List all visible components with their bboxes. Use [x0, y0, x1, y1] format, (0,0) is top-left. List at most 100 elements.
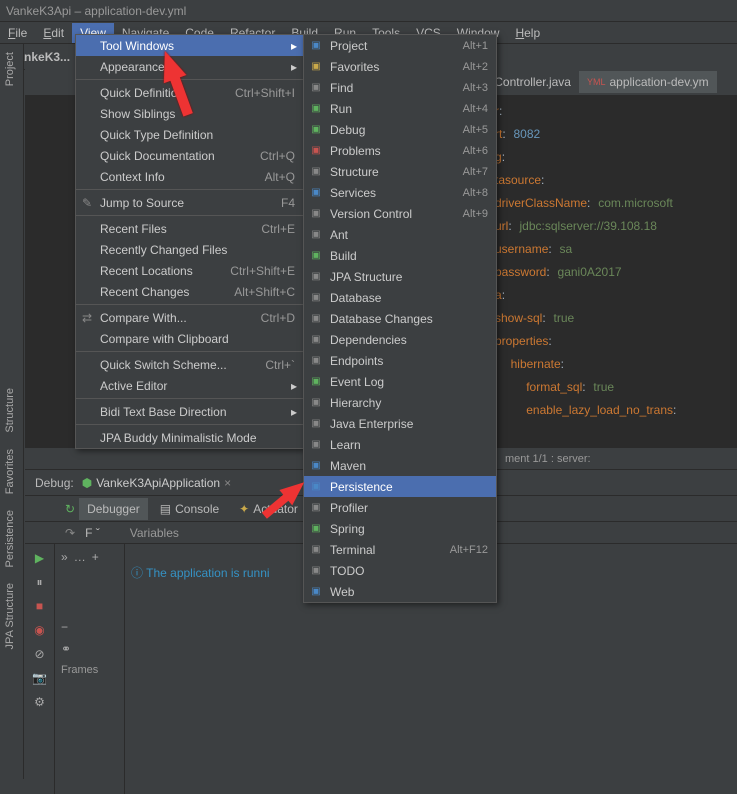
tool-window-item[interactable]: ▣JPA Structure	[304, 266, 496, 287]
tool-window-item[interactable]: ▣Database	[304, 287, 496, 308]
shortcut: Ctrl+D	[261, 311, 295, 325]
tool-icon: ▣	[309, 480, 323, 494]
menu-item[interactable]: Appearance▸	[76, 56, 303, 77]
menu-item[interactable]: ✎Jump to SourceF4	[76, 192, 303, 213]
menu-item[interactable]: Context InfoAlt+Q	[76, 166, 303, 187]
view-breakpoints-icon[interactable]: ◉	[32, 622, 48, 638]
close-icon[interactable]: ×	[224, 476, 231, 490]
shortcut: Ctrl+Shift+I	[235, 86, 295, 100]
menu-item[interactable]: Active Editor▸	[76, 375, 303, 396]
stop-icon[interactable]: ■	[32, 598, 48, 614]
pause-icon[interactable]: ⏸	[32, 574, 48, 590]
menu-file[interactable]: File	[0, 23, 35, 43]
tool-window-item[interactable]: ▣Event Log	[304, 371, 496, 392]
menu-edit[interactable]: Edit	[35, 23, 72, 43]
debug-toolbar: ▶ ⏸ ■ ◉ ⊘ 📷 ⚙	[25, 544, 55, 794]
tool-window-item[interactable]: ▣TerminalAlt+F12	[304, 539, 496, 560]
sidebar-tab-persistence[interactable]: Persistence	[0, 502, 23, 575]
tool-window-item[interactable]: ▣Build	[304, 245, 496, 266]
menu-item[interactable]: Quick Documentation Ctrl+Q	[76, 145, 303, 166]
step-over-icon[interactable]: ↷	[65, 526, 75, 540]
tool-window-item[interactable]: ▣FindAlt+3	[304, 77, 496, 98]
settings-icon[interactable]: ⚙	[32, 694, 48, 710]
run-config[interactable]: ⬢ VankeK3ApiApplication ×	[82, 476, 231, 490]
tool-label: Debug	[330, 123, 365, 137]
menu-item[interactable]: Quick Switch Scheme...Ctrl+`	[76, 354, 303, 375]
menu-item[interactable]: Recently Changed Files	[76, 239, 303, 260]
tool-window-item[interactable]: ▣TODO	[304, 560, 496, 581]
menu-item[interactable]: Recent ChangesAlt+Shift+C	[76, 281, 303, 302]
tool-window-item[interactable]: ▣Ant	[304, 224, 496, 245]
sidebar-tab-favorites[interactable]: Favorites	[0, 441, 23, 502]
link-icon[interactable]: ⚭	[61, 642, 118, 656]
tool-icon: ▣	[309, 228, 323, 242]
menu-icon: ✎	[80, 196, 94, 210]
left-tool-strip-bottom: Structure Favorites Persistence JPA Stru…	[0, 380, 24, 779]
tool-window-item[interactable]: ▣Dependencies	[304, 329, 496, 350]
tool-window-item[interactable]: ▣StructureAlt+7	[304, 161, 496, 182]
tool-label: Find	[330, 81, 353, 95]
menu-item[interactable]: Recent LocationsCtrl+Shift+E	[76, 260, 303, 281]
shortcut: Alt+9	[463, 208, 488, 220]
tool-window-item[interactable]: ▣Database Changes	[304, 308, 496, 329]
menu-item[interactable]: Recent FilesCtrl+E	[76, 218, 303, 239]
tool-window-item[interactable]: ▣DebugAlt+5	[304, 119, 496, 140]
tool-window-item[interactable]: ▣Spring	[304, 518, 496, 539]
resume-icon[interactable]: ▶	[32, 550, 48, 566]
tool-label: JPA Structure	[330, 270, 402, 284]
tool-window-item[interactable]: ▣ProjectAlt+1	[304, 35, 496, 56]
shortcut: Alt+Shift+C	[234, 285, 295, 299]
sidebar-tab-structure[interactable]: Structure	[0, 380, 23, 441]
tool-window-item[interactable]: ▣Endpoints	[304, 350, 496, 371]
menu-item[interactable]: Tool Windows▸	[76, 35, 303, 56]
tool-window-item[interactable]: ▣Version ControlAlt+9	[304, 203, 496, 224]
tool-icon: ▣	[309, 333, 323, 347]
tool-label: Services	[330, 186, 376, 200]
info-icon: ⓘ	[131, 566, 143, 580]
menu-label: Active Editor	[100, 379, 167, 393]
menu-item[interactable]: Quick Type Definition	[76, 124, 303, 145]
tool-label: Learn	[330, 438, 361, 452]
rerun-icon[interactable]: ↻	[65, 502, 75, 516]
tab-debugger[interactable]: Debugger	[79, 498, 148, 520]
menu-item[interactable]: Quick DefinitionCtrl+Shift+I	[76, 82, 303, 103]
tool-window-item[interactable]: ▣RunAlt+4	[304, 98, 496, 119]
tool-icon: ▣	[309, 81, 323, 95]
sidebar-tab-jpa[interactable]: JPA Structure	[0, 575, 23, 657]
tool-icon: ▣	[309, 522, 323, 536]
frames-dropdown[interactable]: F ˇ	[85, 526, 100, 540]
next-frame-icon[interactable]: …	[74, 550, 86, 564]
camera-icon[interactable]: 📷	[32, 670, 48, 686]
menu-item[interactable]: Compare with Clipboard	[76, 328, 303, 349]
menu-item[interactable]: JPA Buddy Minimalistic Mode	[76, 427, 303, 448]
tool-icon: ▣	[309, 123, 323, 137]
tab-console[interactable]: ▤Console	[152, 498, 227, 520]
tool-window-item[interactable]: ▣Maven	[304, 455, 496, 476]
menu-label: Recent Locations	[100, 264, 193, 278]
tool-window-item[interactable]: ▣Hierarchy	[304, 392, 496, 413]
menu-label: Quick Documentation	[100, 149, 215, 163]
prev-frame-icon[interactable]: »	[61, 550, 68, 564]
add-icon[interactable]: +	[92, 550, 99, 564]
tool-window-item[interactable]: ▣Persistence	[304, 476, 496, 497]
submenu-arrow-icon: ▸	[291, 405, 297, 419]
shortcut: Alt+7	[463, 166, 488, 178]
tool-window-item[interactable]: ▣FavoritesAlt+2	[304, 56, 496, 77]
minus-icon[interactable]: −	[61, 620, 118, 634]
tool-window-item[interactable]: ▣ProblemsAlt+6	[304, 140, 496, 161]
menu-label: Compare With...	[100, 311, 187, 325]
tool-window-item[interactable]: ▣Java Enterprise	[304, 413, 496, 434]
sidebar-tab-project[interactable]: Project	[0, 44, 20, 94]
shortcut: Ctrl+Q	[260, 149, 295, 163]
tool-window-item[interactable]: ▣Profiler	[304, 497, 496, 518]
tool-window-item[interactable]: ▣ServicesAlt+8	[304, 182, 496, 203]
tool-label: Java Enterprise	[330, 417, 413, 431]
tool-window-item[interactable]: ▣Web	[304, 581, 496, 602]
tab-application-dev[interactable]: YML application-dev.ym	[579, 71, 717, 93]
tool-icon: ▣	[309, 459, 323, 473]
menu-help[interactable]: Help	[507, 23, 548, 43]
menu-item[interactable]: ⇄Compare With...Ctrl+D	[76, 307, 303, 328]
menu-item[interactable]: Bidi Text Base Direction▸	[76, 401, 303, 422]
tool-window-item[interactable]: ▣Learn	[304, 434, 496, 455]
mute-breakpoints-icon[interactable]: ⊘	[32, 646, 48, 662]
